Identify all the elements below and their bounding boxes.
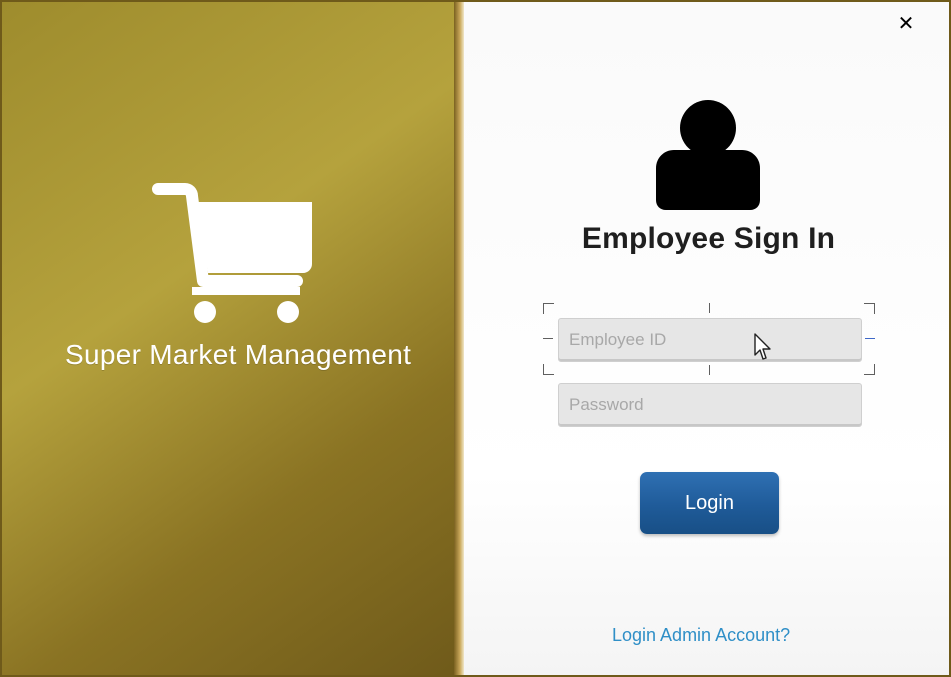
left-panel: Super Market Management <box>2 2 454 675</box>
shopping-cart-icon <box>152 183 312 323</box>
panel-divider <box>454 2 464 675</box>
close-icon: ✕ <box>897 11 915 35</box>
login-window: Super Market Management ✕ Employee Sign … <box>0 0 951 677</box>
password-field[interactable] <box>558 383 862 427</box>
login-button[interactable]: Login <box>640 472 779 534</box>
employee-id-input[interactable] <box>569 319 861 361</box>
login-admin-account-link[interactable]: Login Admin Account? <box>612 625 832 646</box>
login-button-label: Login <box>685 491 734 514</box>
user-icon <box>656 100 760 210</box>
close-button[interactable]: ✕ <box>897 11 915 35</box>
signin-title: Employee Sign In <box>581 222 836 255</box>
password-input[interactable] <box>569 384 861 426</box>
app-title: Super Market Management <box>65 339 412 370</box>
employee-id-field[interactable] <box>558 318 862 362</box>
